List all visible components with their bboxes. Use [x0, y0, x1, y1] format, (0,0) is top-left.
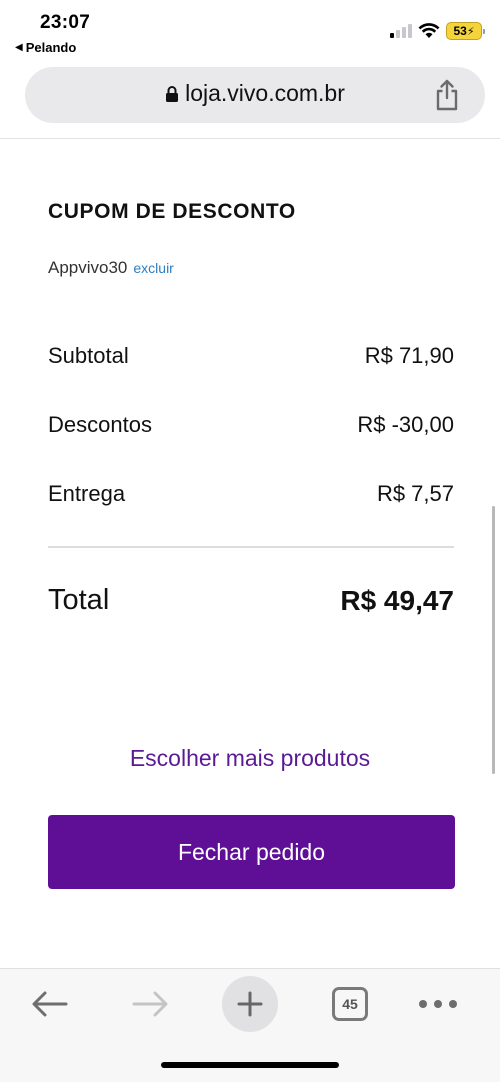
address-bar[interactable]: loja.vivo.com.br	[25, 67, 485, 123]
delivery-value: R$ 7,57	[376, 481, 454, 506]
share-icon[interactable]	[433, 79, 461, 111]
delivery-row: Entrega R$ 7,57	[48, 481, 454, 507]
coupon-code: Appvivo30	[48, 258, 128, 277]
new-tab-circle	[222, 976, 278, 1032]
status-bar: 23:07 ◀ Pelando 53 ⚡	[0, 0, 500, 60]
subtotal-label: Subtotal	[48, 343, 129, 368]
coupon-heading: CUPOM DE DESCONTO	[48, 200, 296, 223]
url-text: loja.vivo.com.br	[185, 80, 345, 106]
discounts-row: Descontos R$ -30,00	[48, 412, 454, 438]
back-triangle-icon: ◀	[15, 42, 23, 53]
discounts-value: R$ -30,00	[357, 412, 454, 437]
url-display[interactable]: loja.vivo.com.br	[25, 80, 485, 107]
screen: 23:07 ◀ Pelando 53 ⚡ loja.vivo.com.br CU…	[0, 0, 500, 1082]
scrollbar[interactable]	[492, 506, 495, 774]
summary-divider	[48, 546, 454, 548]
total-label: Total	[48, 584, 110, 616]
cellular-signal-icon	[390, 24, 412, 38]
subtotal-value: R$ 71,90	[364, 343, 454, 368]
forward-button[interactable]	[118, 969, 182, 1039]
coupon-applied: Appvivo30 excluir	[48, 258, 174, 278]
battery-level: 53	[453, 24, 467, 38]
total-row: Total R$ 49,47	[48, 584, 454, 617]
more-dots-icon	[419, 1000, 457, 1008]
delivery-label: Entrega	[48, 481, 126, 506]
new-tab-button[interactable]	[218, 969, 282, 1039]
header-divider	[0, 138, 500, 139]
back-to-app-link[interactable]: ◀ Pelando	[15, 40, 76, 55]
discounts-label: Descontos	[48, 412, 152, 437]
subtotal-row: Subtotal R$ 71,90	[48, 343, 454, 369]
wifi-icon	[418, 23, 440, 38]
lock-icon	[166, 85, 179, 102]
plus-icon	[237, 991, 263, 1017]
back-arrow-icon	[32, 991, 68, 1017]
back-button[interactable]	[18, 969, 82, 1039]
remove-coupon-link[interactable]: excluir	[133, 260, 173, 276]
total-value: R$ 49,47	[340, 584, 454, 616]
checkout-button[interactable]: Fechar pedido	[48, 815, 455, 889]
status-indicators: 53 ⚡	[390, 22, 485, 40]
choose-more-products-link[interactable]: Escolher mais produtos	[0, 745, 500, 772]
more-menu-button[interactable]	[406, 969, 470, 1039]
home-indicator[interactable]	[161, 1062, 339, 1068]
forward-arrow-icon	[132, 991, 168, 1017]
tab-count: 45	[332, 987, 368, 1021]
back-app-label: Pelando	[25, 40, 77, 55]
battery-icon: 53 ⚡	[446, 22, 485, 40]
tabs-button[interactable]: 45	[318, 969, 382, 1039]
status-time: 23:07	[40, 12, 91, 33]
charging-bolt-icon: ⚡	[466, 25, 475, 38]
